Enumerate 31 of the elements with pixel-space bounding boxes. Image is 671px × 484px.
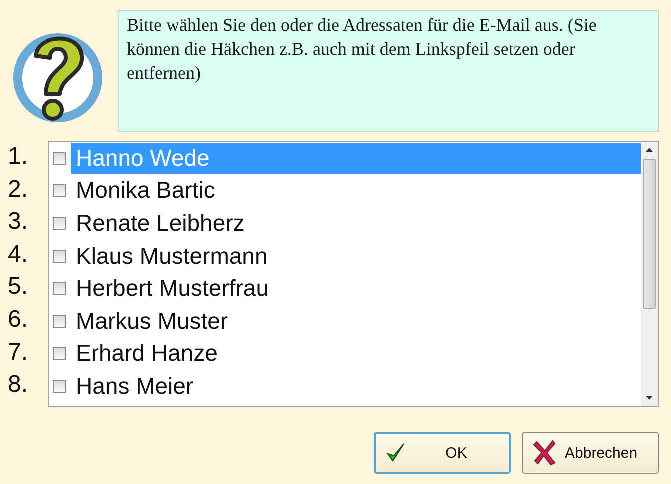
checkbox[interactable] bbox=[53, 184, 66, 198]
checkbox[interactable] bbox=[53, 380, 66, 393]
recipient-list[interactable]: Hanno Wede Monika Bartic Renate Leibherz Klaus Mustermann Herbert Musterfrau Markus Muster Erhard Hanze Hans Meier bbox=[48, 141, 659, 407]
row-number: 3. bbox=[8, 207, 30, 238]
row-number: 4. bbox=[8, 240, 30, 270]
checkmark-icon bbox=[386, 442, 406, 464]
recipient-item[interactable]: Hans Meier bbox=[71, 370, 641, 402]
recipient-item[interactable]: Markus Muster bbox=[71, 306, 641, 337]
scroll-thumb[interactable] bbox=[643, 159, 656, 309]
recipient-item[interactable]: Erhard Hanze bbox=[71, 338, 641, 370]
recipient-item[interactable]: Monika Bartic bbox=[71, 175, 641, 206]
checkbox[interactable] bbox=[53, 347, 66, 360]
checkbox[interactable] bbox=[53, 216, 66, 230]
recipient-item[interactable]: Renate Leibherz bbox=[71, 208, 641, 239]
checkbox[interactable] bbox=[53, 282, 66, 296]
row-number: 8. bbox=[8, 370, 30, 400]
recipient-item[interactable]: Klaus Mustermann bbox=[71, 240, 641, 272]
cancel-button[interactable]: Abbrechen bbox=[522, 432, 659, 474]
scrollbar[interactable] bbox=[641, 142, 658, 406]
ok-button[interactable]: OK bbox=[374, 432, 511, 474]
row-number: 6. bbox=[8, 304, 30, 335]
instruction-text: Bitte wählen Sie den oder die Adressaten für die E-Mail aus. (Sie können die Häkchen z.B. auch mit dem Linkspfeil setzen oder entfernen) bbox=[118, 10, 659, 132]
row-number: 1. bbox=[8, 142, 30, 172]
row-number: 7. bbox=[8, 338, 30, 368]
checkbox[interactable] bbox=[53, 250, 66, 263]
cross-icon bbox=[533, 440, 557, 466]
checkbox[interactable] bbox=[53, 314, 66, 328]
row-number: 5. bbox=[8, 272, 30, 302]
row-number: 2. bbox=[8, 174, 30, 205]
checkbox[interactable] bbox=[53, 152, 66, 165]
recipient-item[interactable]: Herbert Musterfrau bbox=[71, 273, 641, 304]
